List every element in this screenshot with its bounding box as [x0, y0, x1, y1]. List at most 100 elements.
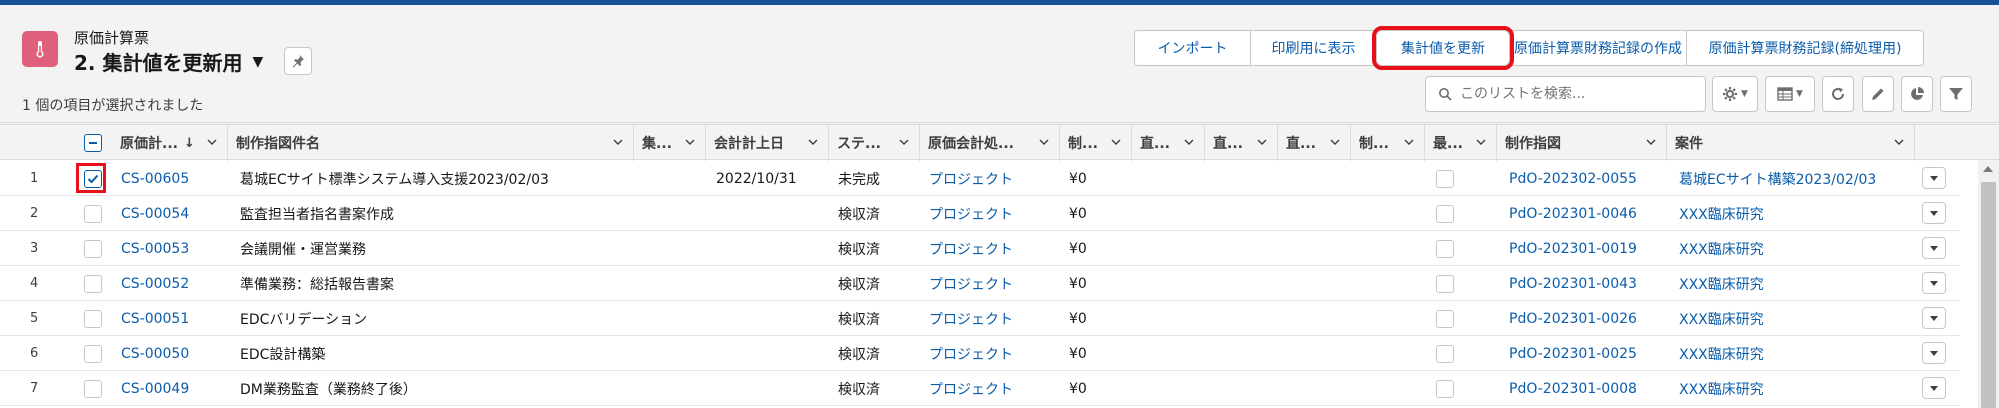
cost-sheet-link[interactable]: CS-00049 — [121, 371, 226, 406]
column-header-status[interactable]: ステ... — [829, 125, 920, 161]
caret-down-icon[interactable]: ▼ — [252, 54, 263, 70]
column-header-production-order[interactable]: 制作指図 — [1497, 125, 1667, 161]
row-select-checkbox[interactable] — [84, 345, 102, 363]
row-select-checkbox[interactable] — [84, 240, 102, 258]
table-row[interactable]: 1 CS-00605 葛城ECサイト標準システム導入支援2023/02/03 2022… — [0, 161, 1960, 196]
column-header-accounting-date[interactable]: 会計計上日 — [706, 125, 829, 161]
print-view-button[interactable]: 印刷用に表示 — [1250, 30, 1377, 66]
production-order-link[interactable]: PdO-202301-0046 — [1509, 196, 1664, 231]
row-action-button[interactable] — [1922, 377, 1946, 399]
vertical-scrollbar[interactable] — [1978, 160, 1999, 408]
cost-sheet-link[interactable]: CS-00051 — [121, 301, 226, 336]
row-action-button[interactable] — [1922, 167, 1946, 189]
cost-sheet-link[interactable]: CS-00053 — [121, 231, 226, 266]
cost-process-link[interactable]: プロジェクト — [929, 161, 1057, 196]
column-header-aggregate[interactable]: 集... — [634, 125, 706, 161]
column-header-direct-2[interactable]: 直... — [1205, 125, 1278, 161]
project-link[interactable]: XXX臨床研究 — [1679, 266, 1913, 301]
cost-sheet-link[interactable]: CS-00605 — [121, 161, 226, 196]
column-header-seisaku-2[interactable]: 制... — [1351, 125, 1425, 161]
production-order-link[interactable]: PdO-202301-0008 — [1509, 371, 1664, 406]
row-select-checkbox[interactable] — [84, 205, 102, 223]
order-name-cell: 葛城ECサイト標準システム導入支援2023/02/03 — [240, 171, 549, 188]
display-as-button[interactable]: ▼ — [1765, 76, 1815, 112]
column-header-cost-process[interactable]: 原価会計処... — [920, 125, 1060, 161]
scroll-thumb[interactable] — [1981, 182, 1996, 408]
search-input[interactable] — [1460, 86, 1690, 102]
row-action-button[interactable] — [1922, 272, 1946, 294]
list-settings-button[interactable]: ▼ — [1712, 76, 1758, 112]
chevron-down-icon: ▼ — [1741, 89, 1748, 99]
list-view-title[interactable]: 2. 集計値を更新用 ▼ — [74, 47, 263, 76]
cost-sheet-link[interactable]: CS-00054 — [121, 196, 226, 231]
charts-button[interactable] — [1901, 76, 1933, 112]
cost-process-link[interactable]: プロジェクト — [929, 266, 1057, 301]
import-button[interactable]: インポート — [1134, 30, 1251, 66]
cost-process-link[interactable]: プロジェクト — [929, 196, 1057, 231]
production-order-link[interactable]: PdO-202302-0055 — [1509, 161, 1664, 196]
row-action-button[interactable] — [1922, 342, 1946, 364]
create-financial-record-closing-button[interactable]: 原価計算票財務記録(締処理用) — [1686, 30, 1924, 66]
row-action-button[interactable] — [1922, 202, 1946, 224]
inline-edit-button[interactable] — [1862, 76, 1894, 112]
production-order-link[interactable]: PdO-202301-0043 — [1509, 266, 1664, 301]
accounting-date-cell — [716, 266, 826, 301]
select-all-checkbox[interactable] — [84, 134, 102, 152]
column-label: 直... — [1140, 136, 1170, 152]
row-action-button[interactable] — [1922, 237, 1946, 259]
thermometer-icon — [22, 31, 58, 67]
row-action-button[interactable] — [1922, 307, 1946, 329]
column-header-seisaku-1[interactable]: 制... — [1060, 125, 1132, 161]
project-link[interactable]: 葛城ECサイト構築2023/02/03 — [1679, 161, 1913, 196]
update-totals-button[interactable]: 集計値を更新 — [1372, 26, 1514, 70]
table-row[interactable]: 3 CS-00053 会議開催・運営業務 検収済 プロジェクト ¥0 PdO-202301-… — [0, 231, 1960, 266]
list-view-header: 原価計算票 2. 集計値を更新用 ▼ 1 個の項目が選択されました インポート … — [0, 5, 1999, 123]
create-financial-record-button[interactable]: 原価計算票財務記録の作成 — [1509, 30, 1687, 66]
pin-button[interactable] — [284, 47, 312, 75]
column-header-order-name[interactable]: 制作指図件名 — [228, 125, 634, 161]
project-link[interactable]: XXX臨床研究 — [1679, 371, 1913, 406]
cost-sheet-link[interactable]: CS-00050 — [121, 336, 226, 371]
production-order-link[interactable]: PdO-202301-0025 — [1509, 336, 1664, 371]
accounting-date-cell: 2022/10/31 — [716, 170, 797, 187]
production-order-link[interactable]: PdO-202301-0026 — [1509, 301, 1664, 336]
cost-process-link[interactable]: プロジェクト — [929, 371, 1057, 406]
column-header-cost-sheet[interactable]: 原価計... ↓ — [112, 125, 228, 161]
chevron-down-icon — [1894, 139, 1904, 145]
project-link[interactable]: XXX臨床研究 — [1679, 301, 1913, 336]
column-header-direct-3[interactable]: 直... — [1278, 125, 1351, 161]
table-row[interactable]: 2 CS-00054 監査担当者指名書案作成 検収済 プロジェクト ¥0 PdO-20230… — [0, 196, 1960, 231]
arrow-down-icon: ↓ — [183, 135, 195, 151]
list-search[interactable] — [1425, 76, 1706, 112]
column-header-project[interactable]: 案件 — [1667, 125, 1915, 161]
filter-button[interactable] — [1940, 76, 1972, 112]
cost-process-link[interactable]: プロジェクト — [929, 336, 1057, 371]
cost-process-link[interactable]: プロジェクト — [929, 301, 1057, 336]
accounting-date-cell — [716, 336, 826, 371]
row-select-checkbox[interactable] — [84, 275, 102, 293]
table-row[interactable]: 6 CS-00050 EDC設計構築 検収済 プロジェクト ¥0 PdO-202301-00… — [0, 336, 1960, 371]
project-link[interactable]: XXX臨床研究 — [1679, 336, 1913, 371]
row-select-checkbox[interactable] — [84, 310, 102, 328]
cost-process-link[interactable]: プロジェクト — [929, 231, 1057, 266]
table-row[interactable]: 5 CS-00051 EDCバリデーション 検収済 プロジェクト ¥0 PdO-202301… — [0, 301, 1960, 336]
order-name-cell: 準備業務：総括報告書案 — [240, 276, 394, 293]
column-label: 制作指図件名 — [236, 136, 320, 152]
amount-cell: ¥0 — [1069, 345, 1087, 362]
production-order-link[interactable]: PdO-202301-0019 — [1509, 231, 1664, 266]
chevron-down-icon — [1476, 139, 1486, 145]
scroll-up-arrow-icon[interactable] — [1983, 166, 1993, 172]
row-select-checkbox[interactable] — [84, 380, 102, 398]
status-cell: 検収済 — [838, 346, 880, 363]
refresh-button[interactable] — [1822, 76, 1854, 112]
project-link[interactable]: XXX臨床研究 — [1679, 196, 1913, 231]
table-row[interactable]: 7 CS-00049 DM業務監査（業務終了後） 検収済 プロジェクト ¥0 PdO-202… — [0, 371, 1960, 406]
cost-sheet-link[interactable]: CS-00052 — [121, 266, 226, 301]
table-row[interactable]: 4 CS-00052 準備業務：総括報告書案 検収済 プロジェクト ¥0 PdO-20230… — [0, 266, 1960, 301]
latest-flag-checkbox — [1436, 345, 1454, 363]
column-header-direct-1[interactable]: 直... — [1132, 125, 1205, 161]
chevron-down-icon — [1330, 139, 1340, 145]
column-header-latest[interactable]: 最... — [1425, 125, 1497, 161]
order-name-cell: 会議開催・運営業務 — [240, 241, 366, 258]
project-link[interactable]: XXX臨床研究 — [1679, 231, 1913, 266]
